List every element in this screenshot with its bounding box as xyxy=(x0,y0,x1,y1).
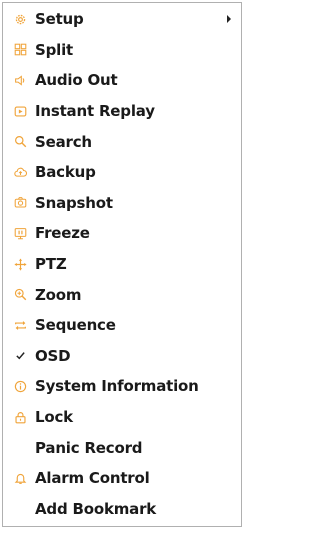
context-menu: Setup Split Audio Out Instant Replay Sea… xyxy=(2,2,242,527)
menu-item-label: Zoom xyxy=(35,285,82,304)
menu-item-alarm-control[interactable]: Alarm Control xyxy=(3,463,241,494)
menu-item-audio-out[interactable]: Audio Out xyxy=(3,65,241,96)
backup-icon xyxy=(13,165,27,179)
menu-item-label: Search xyxy=(35,132,92,151)
menu-item-label: Lock xyxy=(35,408,73,427)
submenu-arrow-icon xyxy=(227,15,231,24)
menu-item-system-information[interactable]: System Information xyxy=(3,371,241,402)
menu-item-label: Backup xyxy=(35,163,96,182)
sequence-icon xyxy=(13,318,27,332)
menu-item-lock[interactable]: Lock xyxy=(3,402,241,433)
menu-item-add-bookmark[interactable]: Add Bookmark xyxy=(3,494,241,525)
menu-item-sequence[interactable]: Sequence xyxy=(3,310,241,341)
menu-item-label: Alarm Control xyxy=(35,469,150,488)
menu-item-label: Split xyxy=(35,40,73,59)
menu-item-label: PTZ xyxy=(35,255,67,274)
monitor-icon xyxy=(13,226,27,240)
menu-item-ptz[interactable]: PTZ xyxy=(3,249,241,280)
menu-item-label: Panic Record xyxy=(35,438,143,457)
menu-item-label: Audio Out xyxy=(35,71,118,90)
menu-item-label: Snapshot xyxy=(35,193,113,212)
zoom-icon xyxy=(13,288,27,302)
lock-icon xyxy=(13,410,27,424)
ptz-icon xyxy=(13,257,27,271)
menu-item-zoom[interactable]: Zoom xyxy=(3,279,241,310)
menu-item-snapshot[interactable]: Snapshot xyxy=(3,188,241,219)
menu-item-label: Instant Replay xyxy=(35,102,155,121)
menu-item-osd[interactable]: OSD xyxy=(3,341,241,372)
menu-item-panic-record[interactable]: Panic Record xyxy=(3,432,241,463)
camera-icon xyxy=(13,196,27,210)
replay-icon xyxy=(13,104,27,118)
menu-item-search[interactable]: Search xyxy=(3,126,241,157)
menu-item-instant-replay[interactable]: Instant Replay xyxy=(3,96,241,127)
gear-icon xyxy=(13,12,27,26)
check-icon xyxy=(13,349,27,363)
icon-placeholder xyxy=(13,502,27,516)
speaker-icon xyxy=(13,73,27,87)
menu-item-label: Sequence xyxy=(35,316,116,335)
bell-icon xyxy=(13,471,27,485)
menu-item-backup[interactable]: Backup xyxy=(3,157,241,188)
menu-item-label: Setup xyxy=(35,10,84,29)
menu-item-setup[interactable]: Setup xyxy=(3,4,241,35)
menu-item-label: Freeze xyxy=(35,224,90,243)
info-icon xyxy=(13,379,27,393)
menu-item-label: Add Bookmark xyxy=(35,499,157,518)
grid-icon xyxy=(13,43,27,57)
menu-item-split[interactable]: Split xyxy=(3,35,241,66)
search-icon xyxy=(13,135,27,149)
icon-placeholder xyxy=(13,441,27,455)
menu-item-freeze[interactable]: Freeze xyxy=(3,218,241,249)
menu-item-label: System Information xyxy=(35,377,199,396)
menu-item-label: OSD xyxy=(35,346,71,365)
